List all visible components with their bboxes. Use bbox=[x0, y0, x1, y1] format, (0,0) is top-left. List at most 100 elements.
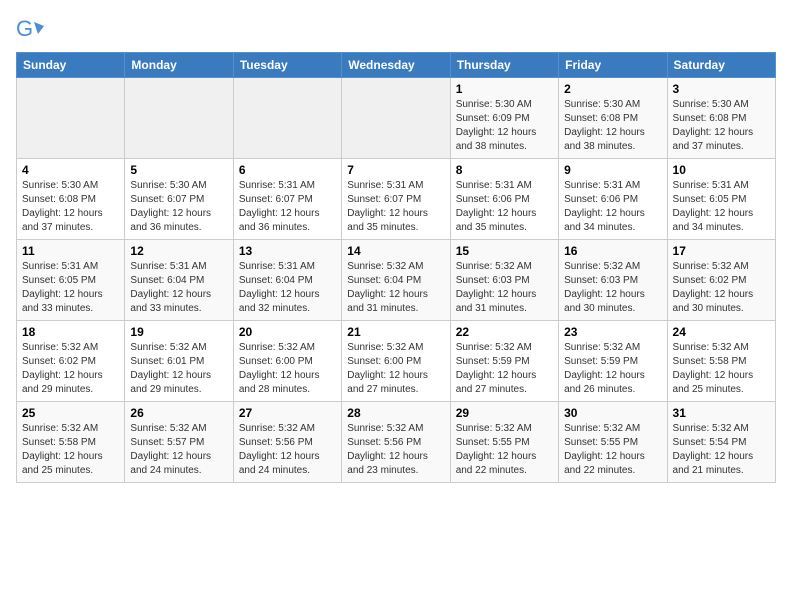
day-info: Sunrise: 5:32 AM Sunset: 6:01 PM Dayligh… bbox=[130, 341, 227, 397]
day-number: 30 bbox=[564, 406, 661, 420]
day-number: 5 bbox=[130, 163, 227, 177]
day-number: 13 bbox=[239, 244, 336, 258]
logo: G bbox=[16, 16, 48, 44]
week-row-3: 11 Sunrise: 5:31 AM Sunset: 6:05 PM Dayli… bbox=[17, 240, 776, 321]
day-number: 17 bbox=[673, 244, 770, 258]
day-cell: 29Sunrise: 5:32 AM Sunset: 5:55 PM Dayli… bbox=[450, 402, 558, 483]
week-row-2: 4Sunrise: 5:30 AM Sunset: 6:08 PM Daylig… bbox=[17, 159, 776, 240]
day-number: 21 bbox=[347, 325, 444, 339]
day-cell: 27 Sunrise: 5:32 AM Sunset: 5:56 PM Dayli… bbox=[233, 402, 341, 483]
week-row-1: 1 Sunrise: 5:30 AM Sunset: 6:09 PM Daylig… bbox=[17, 78, 776, 159]
day-info: Sunrise: 5:32 AM Sunset: 5:58 PM Dayligh… bbox=[673, 341, 770, 397]
day-info: Sunrise: 5:32 AM Sunset: 6:02 PM Dayligh… bbox=[22, 341, 119, 397]
day-number: 9 bbox=[564, 163, 661, 177]
day-cell: 2 Sunrise: 5:30 AM Sunset: 6:08 PM Daylig… bbox=[559, 78, 667, 159]
day-cell: 3 Sunrise: 5:30 AM Sunset: 6:08 PM Daylig… bbox=[667, 78, 775, 159]
day-cell: 22 Sunrise: 5:32 AM Sunset: 5:59 PM Dayli… bbox=[450, 321, 558, 402]
day-info: Sunrise: 5:31 AM Sunset: 6:06 PM Dayligh… bbox=[456, 179, 553, 235]
day-cell: 26 Sunrise: 5:32 AM Sunset: 5:57 PM Dayli… bbox=[125, 402, 233, 483]
day-number: 11 bbox=[22, 244, 119, 258]
day-number: 4 bbox=[22, 163, 119, 177]
column-header-sunday: Sunday bbox=[17, 53, 125, 78]
day-info: Sunrise: 5:32 AM Sunset: 5:58 PM Dayligh… bbox=[22, 422, 119, 478]
day-info: Sunrise: 5:32 AM Sunset: 5:55 PM Dayligh… bbox=[564, 422, 661, 478]
day-number: 1 bbox=[456, 82, 553, 96]
page-header: G bbox=[16, 16, 776, 44]
day-info: Sunrise: 5:30 AM Sunset: 6:07 PM Dayligh… bbox=[130, 179, 227, 235]
day-info: Sunrise: 5:31 AM Sunset: 6:04 PM Dayligh… bbox=[130, 260, 227, 316]
day-info: Sunrise: 5:31 AM Sunset: 6:04 PM Dayligh… bbox=[239, 260, 336, 316]
day-number: 16 bbox=[564, 244, 661, 258]
day-cell: 9Sunrise: 5:31 AM Sunset: 6:06 PM Daylig… bbox=[559, 159, 667, 240]
day-info: Sunrise: 5:30 AM Sunset: 6:09 PM Dayligh… bbox=[456, 98, 553, 154]
day-number: 18 bbox=[22, 325, 119, 339]
day-info: Sunrise: 5:31 AM Sunset: 6:07 PM Dayligh… bbox=[239, 179, 336, 235]
day-info: Sunrise: 5:32 AM Sunset: 6:03 PM Dayligh… bbox=[564, 260, 661, 316]
day-cell: 4Sunrise: 5:30 AM Sunset: 6:08 PM Daylig… bbox=[17, 159, 125, 240]
day-info: Sunrise: 5:31 AM Sunset: 6:05 PM Dayligh… bbox=[673, 179, 770, 235]
day-cell bbox=[233, 78, 341, 159]
calendar-header: SundayMondayTuesdayWednesdayThursdayFrid… bbox=[17, 53, 776, 78]
day-number: 2 bbox=[564, 82, 661, 96]
day-cell bbox=[342, 78, 450, 159]
day-number: 3 bbox=[673, 82, 770, 96]
day-cell: 6 Sunrise: 5:31 AM Sunset: 6:07 PM Daylig… bbox=[233, 159, 341, 240]
day-cell: 14 Sunrise: 5:32 AM Sunset: 6:04 PM Dayli… bbox=[342, 240, 450, 321]
week-row-5: 25Sunrise: 5:32 AM Sunset: 5:58 PM Dayli… bbox=[17, 402, 776, 483]
day-cell: 28Sunrise: 5:32 AM Sunset: 5:56 PM Dayli… bbox=[342, 402, 450, 483]
day-info: Sunrise: 5:30 AM Sunset: 6:08 PM Dayligh… bbox=[673, 98, 770, 154]
day-info: Sunrise: 5:32 AM Sunset: 6:00 PM Dayligh… bbox=[239, 341, 336, 397]
day-number: 15 bbox=[456, 244, 553, 258]
day-cell: 31 Sunrise: 5:32 AM Sunset: 5:54 PM Dayli… bbox=[667, 402, 775, 483]
day-number: 26 bbox=[130, 406, 227, 420]
day-cell: 20 Sunrise: 5:32 AM Sunset: 6:00 PM Dayli… bbox=[233, 321, 341, 402]
column-header-monday: Monday bbox=[125, 53, 233, 78]
day-number: 6 bbox=[239, 163, 336, 177]
logo-icon: G bbox=[16, 16, 44, 44]
day-info: Sunrise: 5:32 AM Sunset: 5:59 PM Dayligh… bbox=[456, 341, 553, 397]
day-cell: 30 Sunrise: 5:32 AM Sunset: 5:55 PM Dayli… bbox=[559, 402, 667, 483]
day-number: 10 bbox=[673, 163, 770, 177]
day-info: Sunrise: 5:32 AM Sunset: 5:56 PM Dayligh… bbox=[347, 422, 444, 478]
day-info: Sunrise: 5:32 AM Sunset: 6:04 PM Dayligh… bbox=[347, 260, 444, 316]
day-info: Sunrise: 5:31 AM Sunset: 6:07 PM Dayligh… bbox=[347, 179, 444, 235]
day-cell bbox=[125, 78, 233, 159]
day-number: 7 bbox=[347, 163, 444, 177]
day-cell: 11 Sunrise: 5:31 AM Sunset: 6:05 PM Dayli… bbox=[17, 240, 125, 321]
day-cell: 19 Sunrise: 5:32 AM Sunset: 6:01 PM Dayli… bbox=[125, 321, 233, 402]
day-number: 23 bbox=[564, 325, 661, 339]
day-info: Sunrise: 5:31 AM Sunset: 6:05 PM Dayligh… bbox=[22, 260, 119, 316]
day-number: 14 bbox=[347, 244, 444, 258]
header-row: SundayMondayTuesdayWednesdayThursdayFrid… bbox=[17, 53, 776, 78]
day-info: Sunrise: 5:32 AM Sunset: 5:54 PM Dayligh… bbox=[673, 422, 770, 478]
day-number: 8 bbox=[456, 163, 553, 177]
day-number: 19 bbox=[130, 325, 227, 339]
day-number: 22 bbox=[456, 325, 553, 339]
column-header-friday: Friday bbox=[559, 53, 667, 78]
day-info: Sunrise: 5:32 AM Sunset: 6:02 PM Dayligh… bbox=[673, 260, 770, 316]
day-cell: 25Sunrise: 5:32 AM Sunset: 5:58 PM Dayli… bbox=[17, 402, 125, 483]
column-header-wednesday: Wednesday bbox=[342, 53, 450, 78]
day-cell: 10 Sunrise: 5:31 AM Sunset: 6:05 PM Dayli… bbox=[667, 159, 775, 240]
day-cell: 18 Sunrise: 5:32 AM Sunset: 6:02 PM Dayli… bbox=[17, 321, 125, 402]
day-cell: 8 Sunrise: 5:31 AM Sunset: 6:06 PM Daylig… bbox=[450, 159, 558, 240]
day-cell: 23 Sunrise: 5:32 AM Sunset: 5:59 PM Dayli… bbox=[559, 321, 667, 402]
day-info: Sunrise: 5:32 AM Sunset: 5:59 PM Dayligh… bbox=[564, 341, 661, 397]
day-cell: 17 Sunrise: 5:32 AM Sunset: 6:02 PM Dayli… bbox=[667, 240, 775, 321]
day-cell: 24Sunrise: 5:32 AM Sunset: 5:58 PM Dayli… bbox=[667, 321, 775, 402]
calendar-table: SundayMondayTuesdayWednesdayThursdayFrid… bbox=[16, 52, 776, 483]
day-cell bbox=[17, 78, 125, 159]
day-number: 29 bbox=[456, 406, 553, 420]
day-number: 27 bbox=[239, 406, 336, 420]
day-info: Sunrise: 5:32 AM Sunset: 5:56 PM Dayligh… bbox=[239, 422, 336, 478]
day-info: Sunrise: 5:30 AM Sunset: 6:08 PM Dayligh… bbox=[564, 98, 661, 154]
column-header-tuesday: Tuesday bbox=[233, 53, 341, 78]
day-number: 20 bbox=[239, 325, 336, 339]
day-info: Sunrise: 5:32 AM Sunset: 6:03 PM Dayligh… bbox=[456, 260, 553, 316]
day-cell: 12Sunrise: 5:31 AM Sunset: 6:04 PM Dayli… bbox=[125, 240, 233, 321]
day-info: Sunrise: 5:32 AM Sunset: 5:57 PM Dayligh… bbox=[130, 422, 227, 478]
day-cell: 21Sunrise: 5:32 AM Sunset: 6:00 PM Dayli… bbox=[342, 321, 450, 402]
column-header-saturday: Saturday bbox=[667, 53, 775, 78]
column-header-thursday: Thursday bbox=[450, 53, 558, 78]
day-number: 31 bbox=[673, 406, 770, 420]
